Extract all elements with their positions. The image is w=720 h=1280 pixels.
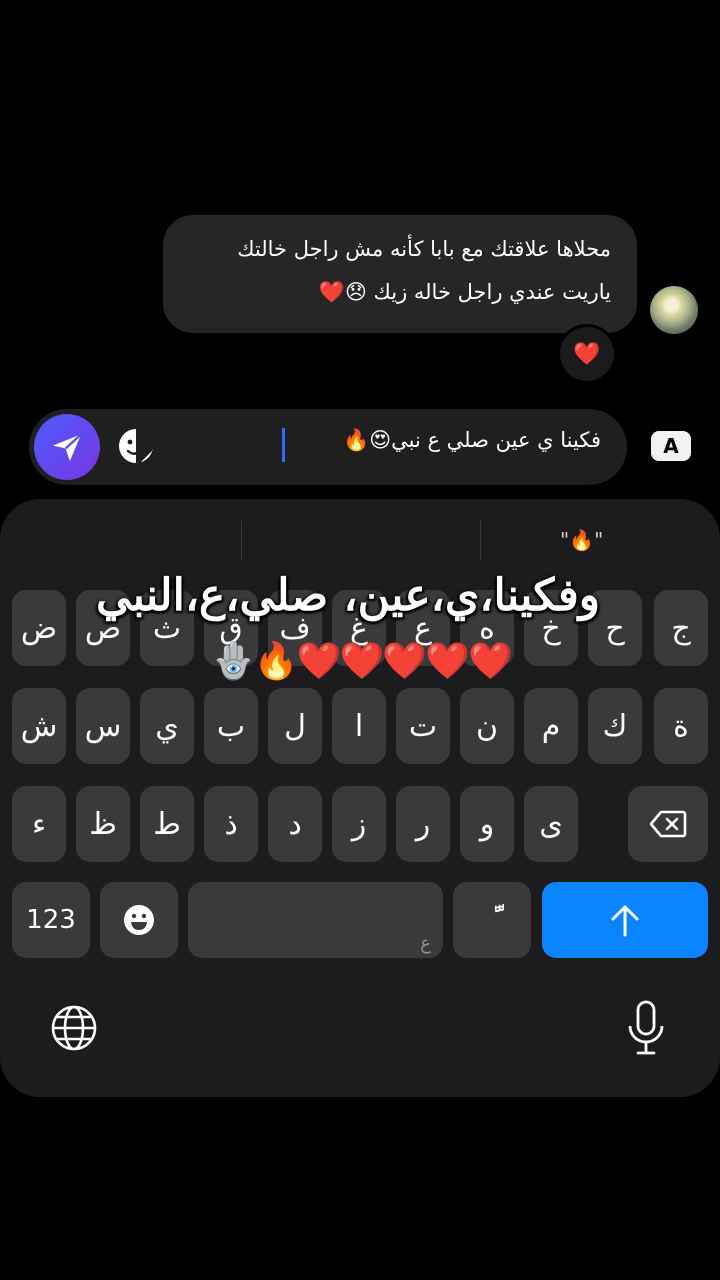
avatar[interactable] (650, 286, 698, 334)
send-button[interactable] (34, 414, 100, 480)
key[interactable]: ل (268, 688, 322, 764)
key[interactable]: ش (12, 688, 66, 764)
text-cursor (282, 428, 285, 462)
key[interactable]: ك (588, 688, 642, 764)
overlay-emoji-row: 🪬🔥❤️❤️❤️❤️❤️ (211, 641, 513, 682)
key[interactable]: ج (654, 590, 708, 666)
key[interactable]: و (460, 786, 514, 862)
numbers-key[interactable]: 123 (12, 882, 90, 958)
paper-plane-icon (52, 433, 82, 462)
sticker-face-icon (119, 429, 153, 463)
key[interactable]: ت (396, 688, 450, 764)
key[interactable]: ط (140, 786, 194, 862)
language-badge[interactable]: A (651, 431, 691, 461)
key[interactable]: د (268, 786, 322, 862)
key[interactable]: ى (524, 786, 578, 862)
emoji-face-icon (124, 905, 154, 935)
emoji-key[interactable] (100, 882, 178, 958)
message-input[interactable]: فكينا ي عين صلي ع نبي😍🔥 (286, 428, 601, 453)
microphone-icon[interactable] (626, 1000, 666, 1056)
key[interactable]: ء (12, 786, 66, 862)
incoming-message-bubble[interactable]: محلاها علاقتك مع بابا كأنه مش راجل خالتك… (163, 215, 637, 333)
globe-icon[interactable] (50, 1004, 98, 1052)
backspace-icon (649, 810, 687, 838)
key[interactable]: ب (204, 688, 258, 764)
key[interactable]: ظ (76, 786, 130, 862)
overlay-caption: وفكينا،ي،عين، صلي،ع،النبي (95, 570, 600, 621)
key[interactable]: ا (332, 688, 386, 764)
tashkeel-key[interactable]: ًّ (453, 882, 531, 958)
heart-reaction-icon: ❤️ (573, 341, 601, 367)
enter-key[interactable] (542, 882, 708, 958)
key[interactable]: ة (654, 688, 708, 764)
key[interactable]: ن (460, 688, 514, 764)
key[interactable]: م (524, 688, 578, 764)
key[interactable]: س (76, 688, 130, 764)
suggestion-item[interactable]: "🔥" (560, 528, 603, 552)
message-reaction[interactable]: ❤️ (557, 324, 617, 384)
key[interactable]: ر (396, 786, 450, 862)
arrow-up-icon (611, 905, 639, 937)
space-key[interactable]: ع (188, 882, 443, 958)
backspace-key[interactable] (628, 786, 708, 862)
key[interactable]: ذ (204, 786, 258, 862)
message-line-1: محلاها علاقتك مع بابا كأنه مش راجل خالتك (237, 237, 611, 261)
suggestion-divider (241, 521, 242, 561)
space-language-hint: ع (420, 933, 431, 954)
message-line-2: ياريت عندي راجل خاله زيك 😞❤️ (318, 280, 611, 304)
suggestion-divider (480, 521, 481, 561)
key[interactable]: ي (140, 688, 194, 764)
key[interactable]: ض (12, 590, 66, 666)
sticker-button[interactable] (116, 426, 156, 466)
key[interactable]: ز (332, 786, 386, 862)
